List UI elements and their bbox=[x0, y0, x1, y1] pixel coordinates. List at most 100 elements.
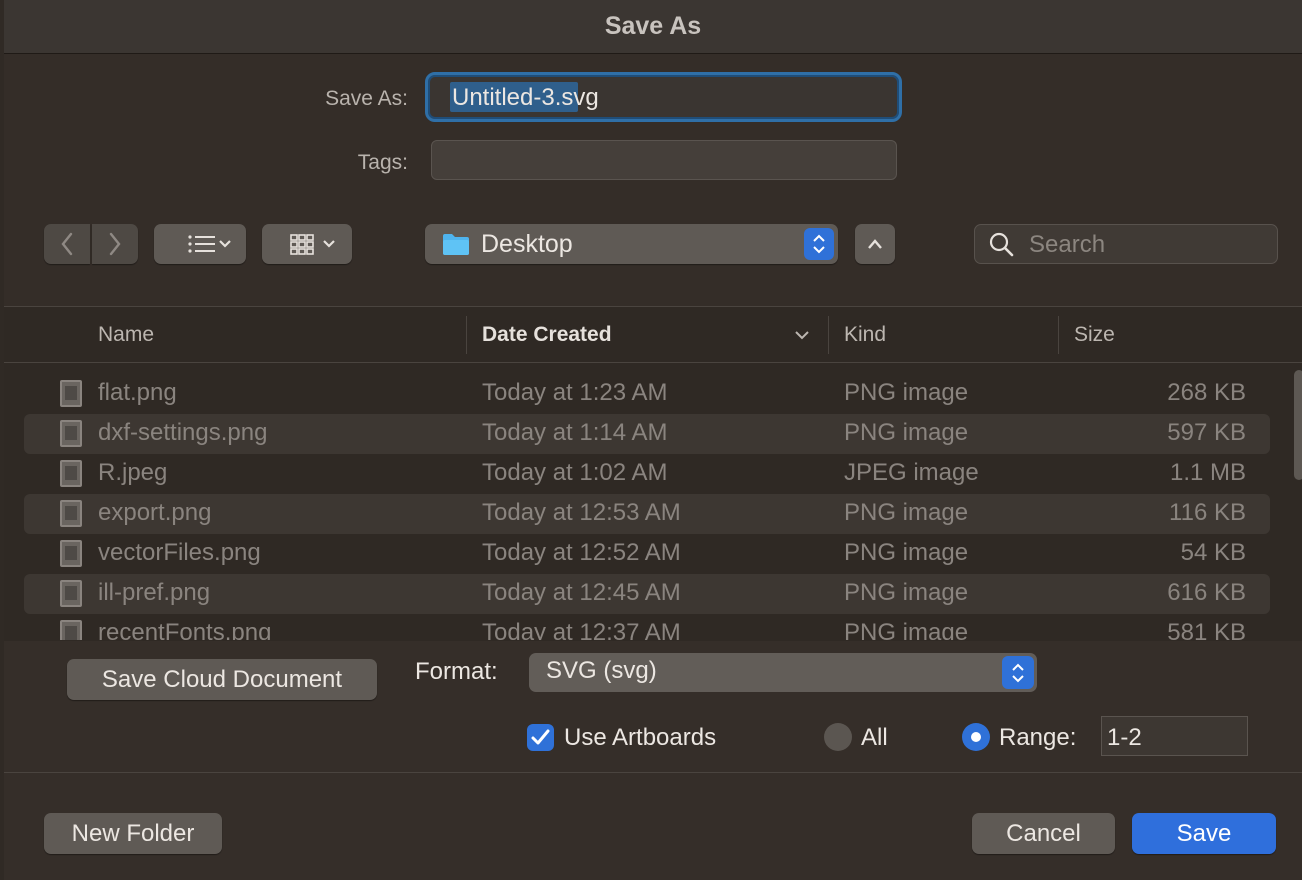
dialog-title: Save As bbox=[604, 12, 702, 40]
file-size: 616 KB bbox=[1167, 579, 1246, 606]
chevron-left-icon bbox=[61, 232, 73, 256]
save-button[interactable]: Save bbox=[1132, 813, 1276, 854]
image-file-icon bbox=[60, 540, 82, 567]
file-kind: PNG image bbox=[844, 579, 969, 606]
file-size: 581 KB bbox=[1167, 619, 1246, 640]
range-value: 1-2 bbox=[1107, 724, 1142, 751]
range-input[interactable]: 1-2 bbox=[1101, 716, 1248, 756]
search-placeholder: Search bbox=[1029, 231, 1106, 258]
cancel-button[interactable]: Cancel bbox=[972, 813, 1115, 854]
file-kind: PNG image bbox=[844, 499, 969, 526]
file-date: Today at 12:53 AM bbox=[482, 499, 681, 526]
grid-view-icon bbox=[290, 234, 335, 255]
file-name: export.png bbox=[98, 499, 212, 526]
format-select[interactable]: SVG (svg) bbox=[529, 653, 1037, 692]
all-label[interactable]: All bbox=[861, 724, 888, 752]
up-down-chevrons-icon bbox=[813, 234, 825, 254]
file-date: Today at 1:14 AM bbox=[482, 419, 668, 446]
forward-button[interactable] bbox=[92, 224, 138, 264]
save-label: Save bbox=[1176, 819, 1232, 847]
file-row[interactable]: ill-pref.png Today at 12:45 AM PNG image… bbox=[24, 574, 1270, 614]
image-file-icon bbox=[60, 380, 82, 407]
save-as-label: Save As: bbox=[325, 87, 408, 110]
image-file-icon bbox=[60, 420, 82, 447]
checkmark-icon bbox=[531, 729, 550, 745]
file-date: Today at 1:23 AM bbox=[482, 379, 668, 406]
sort-descending-icon[interactable] bbox=[794, 330, 810, 340]
save-as-value: Untitled-3.svg bbox=[452, 84, 599, 111]
all-radio[interactable] bbox=[824, 723, 852, 751]
up-down-chevrons-icon bbox=[1012, 663, 1024, 682]
image-file-icon bbox=[60, 580, 82, 607]
save-as-dialog: Save As Save As: Untitled-3.svg Tags: De… bbox=[4, 0, 1302, 880]
use-artboards-checkbox[interactable] bbox=[527, 724, 554, 751]
list-view-button[interactable] bbox=[154, 224, 246, 264]
file-size: 268 KB bbox=[1167, 379, 1246, 406]
column-separator bbox=[466, 316, 467, 354]
file-size: 116 KB bbox=[1169, 499, 1246, 526]
image-file-icon bbox=[60, 500, 82, 527]
new-folder-button[interactable]: New Folder bbox=[44, 813, 222, 854]
location-label: Desktop bbox=[481, 229, 573, 258]
file-kind: PNG image bbox=[844, 619, 969, 640]
file-date: Today at 12:52 AM bbox=[482, 539, 681, 566]
file-row[interactable]: R.jpeg Today at 1:02 AM JPEG image 1.1 M… bbox=[24, 454, 1270, 494]
chevron-up-icon bbox=[868, 239, 882, 249]
file-row[interactable]: recentFonts.png Today at 12:37 AM PNG im… bbox=[24, 614, 1270, 640]
format-stepper bbox=[1002, 656, 1034, 689]
back-button[interactable] bbox=[44, 224, 90, 264]
format-value: SVG (svg) bbox=[546, 657, 657, 684]
column-date-created[interactable]: Date Created bbox=[482, 323, 612, 347]
column-separator bbox=[828, 316, 829, 354]
title-bar: Save As bbox=[4, 0, 1302, 54]
file-rows: flat.png Today at 1:23 AM PNG image 268 … bbox=[24, 374, 1270, 640]
tags-field[interactable] bbox=[431, 140, 897, 180]
footer-divider bbox=[4, 772, 1302, 773]
chevron-right-icon bbox=[109, 232, 121, 256]
image-file-icon bbox=[60, 620, 82, 640]
search-icon bbox=[989, 232, 1014, 257]
file-name: ill-pref.png bbox=[98, 579, 211, 606]
column-header: Name Date Created Kind Size bbox=[4, 306, 1302, 363]
file-date: Today at 12:37 AM bbox=[482, 619, 681, 640]
range-radio[interactable] bbox=[962, 723, 990, 751]
file-row[interactable]: flat.png Today at 1:23 AM PNG image 268 … bbox=[24, 374, 1270, 414]
file-size: 1.1 MB bbox=[1169, 459, 1246, 486]
collapse-button[interactable] bbox=[855, 224, 895, 264]
file-name: flat.png bbox=[98, 379, 177, 406]
column-kind[interactable]: Kind bbox=[844, 323, 886, 347]
file-size: 54 KB bbox=[1180, 539, 1246, 566]
file-row[interactable]: export.png Today at 12:53 AM PNG image 1… bbox=[24, 494, 1270, 534]
file-kind: PNG image bbox=[844, 539, 969, 566]
file-size: 597 KB bbox=[1167, 419, 1246, 446]
new-folder-label: New Folder bbox=[71, 819, 195, 847]
use-artboards-label[interactable]: Use Artboards bbox=[564, 724, 716, 752]
file-kind: PNG image bbox=[844, 379, 969, 406]
folder-icon bbox=[443, 234, 469, 255]
icon-view-button[interactable] bbox=[262, 224, 352, 264]
file-name: dxf-settings.png bbox=[98, 419, 268, 446]
save-as-field[interactable]: Untitled-3.svg bbox=[425, 72, 902, 122]
file-date: Today at 12:45 AM bbox=[482, 579, 681, 606]
list-view-icon bbox=[188, 235, 231, 253]
file-name: vectorFiles.png bbox=[98, 539, 261, 566]
save-cloud-document-button[interactable]: Save Cloud Document bbox=[67, 659, 377, 700]
file-kind: PNG image bbox=[844, 419, 969, 446]
save-cloud-document-label: Save Cloud Document bbox=[101, 665, 343, 693]
location-stepper bbox=[804, 228, 834, 260]
file-date: Today at 1:02 AM bbox=[482, 459, 668, 486]
file-row[interactable]: vectorFiles.png Today at 12:52 AM PNG im… bbox=[24, 534, 1270, 574]
search-field[interactable]: Search bbox=[974, 224, 1278, 264]
column-size[interactable]: Size bbox=[1074, 323, 1115, 347]
tags-label: Tags: bbox=[357, 151, 408, 174]
file-kind: JPEG image bbox=[844, 459, 979, 486]
location-popup[interactable]: Desktop bbox=[425, 224, 838, 264]
column-name[interactable]: Name bbox=[98, 323, 154, 347]
range-label[interactable]: Range: bbox=[999, 724, 1076, 752]
column-separator bbox=[1058, 316, 1059, 354]
file-name: recentFonts.png bbox=[98, 619, 272, 640]
file-name: R.jpeg bbox=[98, 459, 168, 486]
file-row[interactable]: dxf-settings.png Today at 1:14 AM PNG im… bbox=[24, 414, 1270, 454]
scrollbar-thumb[interactable] bbox=[1294, 370, 1302, 480]
image-file-icon bbox=[60, 460, 82, 487]
